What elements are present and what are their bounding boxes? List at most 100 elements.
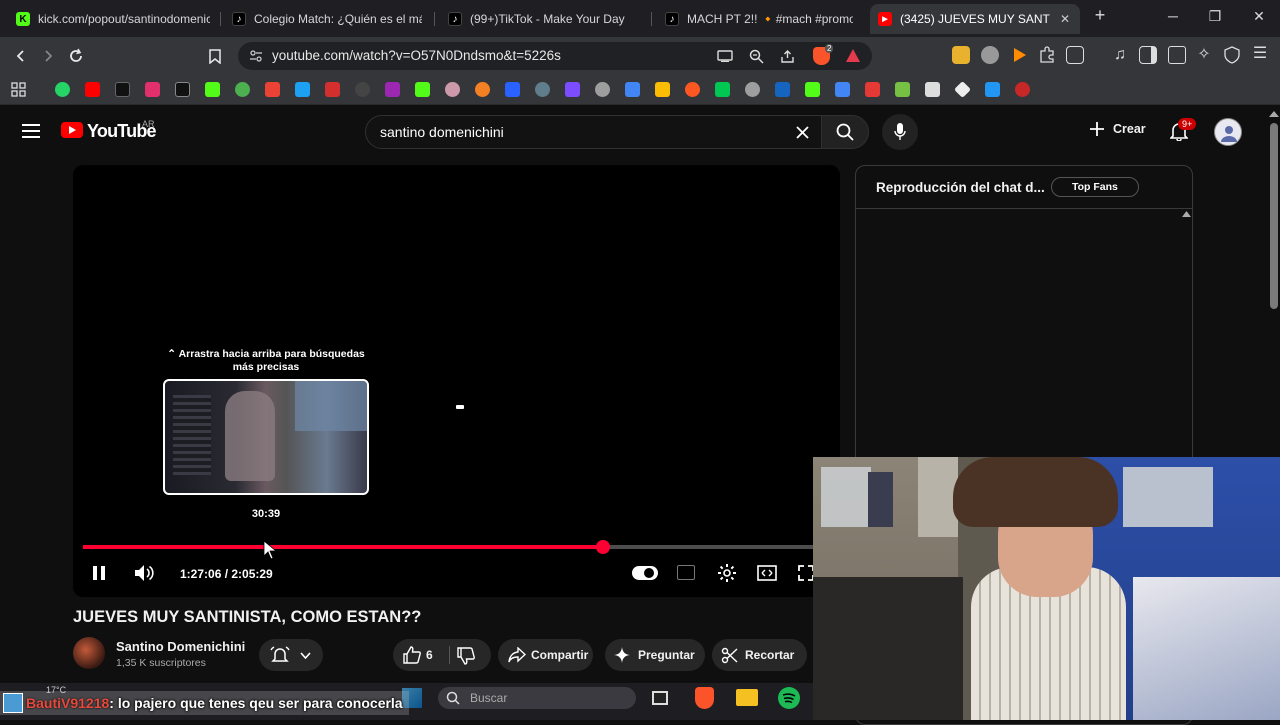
subscribed-bell-button[interactable] <box>259 639 323 671</box>
subtitles-button[interactable] <box>677 565 695 580</box>
back-button[interactable] <box>10 45 32 67</box>
bookmark-icon-12[interactable] <box>385 82 400 97</box>
music-note-icon[interactable]: ♫ <box>1111 46 1129 64</box>
kick-bookmark-icon[interactable] <box>205 82 220 97</box>
spotify-icon[interactable] <box>778 687 800 709</box>
apps-grid-icon[interactable] <box>11 82 26 97</box>
vpn-shield-icon[interactable] <box>1223 46 1241 64</box>
reload-button[interactable] <box>65 45 87 67</box>
tab-kick[interactable]: K kick.com/popout/santinodomenichini <box>8 4 218 34</box>
file-explorer-icon[interactable] <box>736 689 758 706</box>
top-fans-chip[interactable]: Top Fans <box>1051 177 1139 197</box>
hamburger-menu-icon[interactable] <box>22 124 40 138</box>
task-view-icon[interactable] <box>652 691 668 705</box>
sidebar-icon[interactable] <box>1139 46 1157 64</box>
bookmark-icon-16[interactable] <box>505 82 520 97</box>
share-page-icon[interactable] <box>780 49 795 64</box>
settings-gear-icon[interactable] <box>717 563 737 583</box>
tab-tiktok-3[interactable]: ♪ MACH PT 2!! 🔸#mach #promo2 <box>657 4 861 34</box>
docs-bookmark-icon[interactable] <box>625 82 640 97</box>
tab-close-icon[interactable]: ✕ <box>1060 12 1070 26</box>
bookmark-icon-21[interactable] <box>655 82 670 97</box>
autoplay-toggle[interactable] <box>632 566 658 580</box>
extensions-puzzle-icon[interactable] <box>1038 46 1056 64</box>
bookmark-icon-7[interactable] <box>235 82 250 97</box>
clip-button[interactable]: Recortar <box>712 639 807 671</box>
scrubber-handle[interactable] <box>596 540 611 554</box>
avatar[interactable] <box>1214 118 1242 146</box>
x-bookmark-icon[interactable] <box>175 82 190 97</box>
bookmark-icon-24[interactable] <box>745 82 760 97</box>
tiktok-bookmark-icon[interactable] <box>115 82 130 97</box>
bookmark-icon-31[interactable] <box>954 81 971 98</box>
zoom-icon[interactable] <box>749 49 764 64</box>
bookmark-icon-23[interactable] <box>715 82 730 97</box>
instagram-bookmark-icon[interactable] <box>145 82 160 97</box>
search-input[interactable]: santino domenichini <box>365 115 827 149</box>
volume-button[interactable] <box>134 564 154 582</box>
theater-mode-icon[interactable] <box>757 565 777 581</box>
channel-name[interactable]: Santino Domenichini <box>116 639 245 654</box>
site-settings-icon[interactable] <box>249 49 263 63</box>
bookmark-icon-19[interactable] <box>595 82 610 97</box>
minimize-button[interactable]: ─ <box>1163 8 1183 24</box>
forward-button[interactable] <box>37 45 59 67</box>
kick-bookmark-icon-2[interactable] <box>415 82 430 97</box>
clear-search-icon[interactable] <box>796 126 809 139</box>
youtube-bookmark-icon[interactable] <box>85 82 100 97</box>
scroll-up-icon[interactable] <box>1269 111 1279 117</box>
progress-bar[interactable] <box>83 540 840 554</box>
bookmark-icon-9[interactable] <box>295 82 310 97</box>
bookmark-icon-30[interactable] <box>925 82 940 97</box>
share-button[interactable]: Compartir <box>498 639 593 671</box>
download-bookmark-icon[interactable] <box>895 82 910 97</box>
bookmark-icon-22[interactable] <box>685 82 700 97</box>
cast-icon[interactable] <box>717 50 733 62</box>
pause-button[interactable] <box>92 565 106 581</box>
bookmark-icon-11[interactable] <box>355 82 370 97</box>
page-scrollbar[interactable] <box>1270 123 1278 309</box>
player-extension-icon[interactable] <box>981 46 999 64</box>
maximize-button[interactable]: ❐ <box>1205 8 1225 25</box>
gmail-bookmark-icon[interactable] <box>265 82 280 97</box>
address-bar[interactable]: youtube.com/watch?v=O57N0Dndsmo&t=5226s … <box>238 42 872 70</box>
tab-tiktok-2[interactable]: ♪ (99+)TikTok - Make Your Day <box>440 4 646 34</box>
kick-bookmark-icon-3[interactable] <box>805 82 820 97</box>
brave-rewards-icon[interactable] <box>845 48 861 63</box>
ask-button[interactable]: Preguntar <box>605 639 705 671</box>
channel-avatar[interactable] <box>73 637 105 669</box>
tab-youtube-active[interactable]: ▶ (3425) JUEVES MUY SANTINIS ✕ <box>870 4 1080 34</box>
bookmark-icon-32[interactable] <box>985 82 1000 97</box>
play-extension-icon[interactable] <box>1010 46 1028 64</box>
bookmark-icon-10[interactable] <box>325 82 340 97</box>
taskbar-search[interactable]: Buscar <box>438 687 636 709</box>
tab-tiktok-1[interactable]: ♪ Colegio Match: ¿Quién es el más l <box>224 4 430 34</box>
bookmark-icon-14[interactable] <box>445 82 460 97</box>
youtube-logo-icon[interactable] <box>61 122 83 138</box>
scroll-up-arrow-icon[interactable] <box>1182 211 1191 217</box>
whatsapp-bookmark-icon[interactable] <box>55 82 70 97</box>
bookmark-icon-33[interactable] <box>1015 82 1030 97</box>
create-button[interactable]: Crear <box>1089 121 1146 137</box>
new-tab-button[interactable]: + <box>1090 5 1110 26</box>
docs-bookmark-icon-2[interactable] <box>835 82 850 97</box>
bookmark-icon-18[interactable] <box>565 82 580 97</box>
bookmark-icon-17[interactable] <box>535 82 550 97</box>
fullscreen-icon[interactable] <box>798 565 814 581</box>
like-button[interactable]: 6 <box>393 639 449 671</box>
bookmark-icon-15[interactable] <box>475 82 490 97</box>
menu-icon[interactable]: ☰ <box>1251 46 1269 64</box>
leo-ai-icon[interactable]: ✧ <box>1195 46 1213 64</box>
chat-title[interactable]: Reproducción del chat d... <box>876 180 1045 195</box>
voice-search-button[interactable] <box>882 114 918 150</box>
dislike-button[interactable] <box>457 647 475 665</box>
video-player[interactable]: ⌃ Arrastra hacia arriba para búsquedas m… <box>73 165 840 597</box>
close-window-button[interactable]: ✕ <box>1249 8 1269 25</box>
wallet-icon[interactable] <box>1168 46 1186 64</box>
screenshot-icon[interactable] <box>1066 46 1084 64</box>
search-button[interactable] <box>821 115 869 149</box>
bookmark-icon-28[interactable] <box>865 82 880 97</box>
bookmark-icon[interactable] <box>204 45 226 67</box>
brave-taskbar-icon[interactable] <box>695 687 714 709</box>
wallet-extension-icon[interactable] <box>952 46 970 64</box>
